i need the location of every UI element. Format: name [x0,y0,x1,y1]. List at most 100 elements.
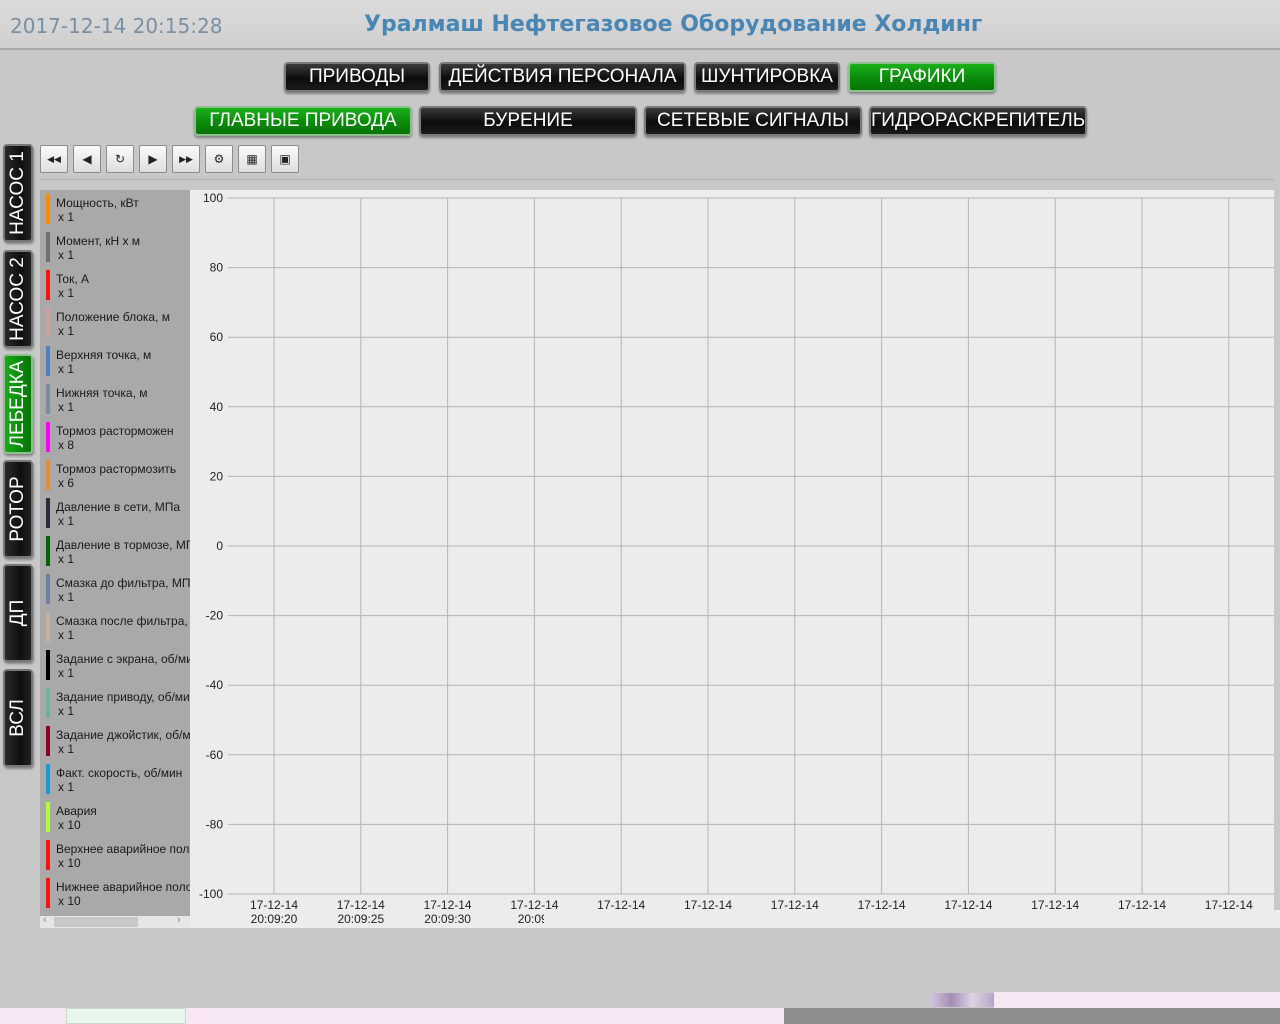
fast-forward-icon[interactable]: ▶▶ [172,145,200,173]
side-tab-label: НАСОС 1 [7,151,28,235]
legend-series-name: Нижняя точка, м [56,386,148,400]
subnav-button-2[interactable]: БУРЕНИЕ [419,106,637,136]
side-tab-4[interactable]: РОТОР [3,460,33,558]
y-tick-label: -60 [206,748,224,762]
nav-button-3[interactable]: ШУНТИРОВКА [694,62,840,92]
legend-color-swatch [46,574,50,604]
legend-series-multiplier: x 10 [58,856,81,870]
subnav-button-4[interactable]: ГИДРОРАСКРЕПИТЕЛЬ [869,106,1087,136]
scrollbar-thumb[interactable] [54,917,138,927]
y-tick-label: -100 [199,887,223,901]
legend-item[interactable]: Смазка до фильтра, МПа x 1 [40,570,190,608]
side-tab-label: НАСОС 2 [7,257,28,341]
series-legend[interactable]: Мощность, кВт x 1 Момент, кН x мx 1 Ток, Аx… [40,190,190,916]
legend-color-swatch [46,612,50,642]
legend-item[interactable]: Факт. скорость, об/мин x 1 [40,760,190,798]
legend-color-swatch [46,726,50,756]
legend-series-multiplier: x 1 [58,590,75,604]
side-tab-label: ЛЕБЕДКА [7,360,28,448]
settings-icon[interactable]: ⚙ [205,145,233,173]
x-tick-time: 20:09:25 [337,912,384,926]
x-tick-date: 17-12-14 [250,898,298,912]
step-back-icon[interactable]: ◀ [73,145,101,173]
nav-button-4[interactable]: ГРАФИКИ [848,62,996,92]
legend-item[interactable]: Нижняя точка, мx 1 [40,380,190,418]
legend-item[interactable]: Задание джойстик, об/мин x 1 [40,722,190,760]
y-tick-label: 20 [210,469,224,483]
legend-item[interactable]: Нижнее аварийное положениеx 10 [40,874,190,912]
nav-button-1[interactable]: ПРИВОДЫ [284,62,430,92]
y-tick-label: -80 [206,817,224,831]
legend-series-name: Давление в сети, МПа [56,500,181,514]
legend-item[interactable]: Положение блока, мx 1 [40,304,190,342]
scroll-right-icon[interactable]: › [177,914,181,926]
legend-item[interactable]: Верхнее аварийное положениеx 10 [40,836,190,874]
legend-item[interactable]: Ток, Аx 1 [40,266,190,304]
legend-series-multiplier: x 1 [58,666,75,680]
legend-series-name: Ток, А [56,272,89,286]
legend-series-name: Момент, кН x м [56,234,141,248]
side-tab-2[interactable]: НАСОС 2 [3,250,33,348]
legend-item[interactable]: Авария x 10 [40,798,190,836]
nav-button-2[interactable]: ДЕЙСТВИЯ ПЕРСОНАЛА [439,62,686,92]
legend-series-name: Верхняя точка, м [56,348,152,362]
legend-series-multiplier: x 10 [58,818,81,832]
company-title: Уралмаш Нефтегазовое Оборудование Холдин… [364,12,983,37]
legend-item[interactable]: Смазка после фильтра, МПаx 1 [40,608,190,646]
legend-item[interactable]: Мощность, кВт x 1 [40,190,190,228]
legend-color-swatch [46,232,50,262]
refresh-icon[interactable]: ↻ [106,145,134,173]
calendar-icon[interactable]: ▦ [238,145,266,173]
legend-item[interactable]: Давление в тормозе, МПа x 1 [40,532,190,570]
legend-color-swatch [46,688,50,718]
legend-item[interactable]: Давление в сети, МПа x 1 [40,494,190,532]
legend-item[interactable]: Тормоз расторможен x 8 [40,418,190,456]
rewind-icon[interactable]: ◀◀ [40,145,68,173]
side-tab-3[interactable]: ЛЕБЕДКА [3,354,33,454]
side-tab-6[interactable]: ВСЛ [3,669,33,767]
chart-area[interactable]: 100 80 60 40 20 0 -20 -40 -60 -80 -100 17-12-14 20:0… [190,190,1274,928]
play-icon[interactable]: ▶ [139,145,167,173]
y-tick-label: 40 [210,400,224,414]
legend-color-swatch [46,308,50,338]
legend-color-swatch [46,460,50,490]
legend-series-name: Задание приводу, об/мин [56,690,190,704]
y-tick-label: 60 [210,330,224,344]
subnav-button-1[interactable]: ГЛАВНЫЕ ПРИВОДА [194,106,412,136]
legend-series-multiplier: x 1 [58,324,75,338]
side-tab-label: ДП [7,599,28,627]
toolbar-divider [40,179,1274,180]
legend-series-multiplier: x 1 [58,286,75,300]
datetime-display: 2017-12-14 20:15:28 [10,14,223,38]
save-icon[interactable]: ▣ [271,145,299,173]
legend-scrollbar[interactable]: ‹ › [40,914,190,928]
legend-series-multiplier: x 6 [58,476,75,490]
legend-series-name: Авария [56,804,97,818]
side-tab-label: РОТОР [7,476,28,542]
legend-series-multiplier: x 1 [58,552,75,566]
side-tab-label: ВСЛ [7,699,28,737]
legend-color-swatch [46,422,50,452]
legend-color-swatch [46,498,50,528]
legend-series-name: Верхнее аварийное положение [56,842,190,856]
subnav-button-3[interactable]: СЕТЕВЫЕ СИГНАЛЫ [644,106,862,136]
header-bar: 2017-12-14 20:15:28 Уралмаш Нефтегазовое… [0,0,1280,50]
legend-series-name: Задание с экрана, об/мин [56,652,190,666]
scroll-left-icon[interactable]: ‹ [43,914,47,926]
legend-item[interactable]: Задание с экрана, об/мин x 1 [40,646,190,684]
legend-series-name: Задание джойстик, об/мин [56,728,190,742]
legend-series-multiplier: x 1 [58,742,75,756]
x-tick-time: 20:09:20 [251,912,298,926]
side-tab-1[interactable]: НАСОС 1 [3,144,33,242]
legend-item[interactable]: Момент, кН x мx 1 [40,228,190,266]
legend-item[interactable]: Задание приводу, об/мин x 1 [40,684,190,722]
y-tick-label: -40 [206,678,224,692]
legend-item[interactable]: Тормоз растормозить x 6 [40,456,190,494]
legend-item[interactable]: Верхняя точка, мx 1 [40,342,190,380]
legend-series-name: Положение блока, м [56,310,170,324]
chart-bottom-strip [544,910,1280,928]
side-tab-5[interactable]: ДП [3,564,33,662]
legend-color-swatch [46,270,50,300]
legend-series-name: Смазка после фильтра, МПа [56,614,190,628]
taskbar-item[interactable] [66,1008,186,1024]
